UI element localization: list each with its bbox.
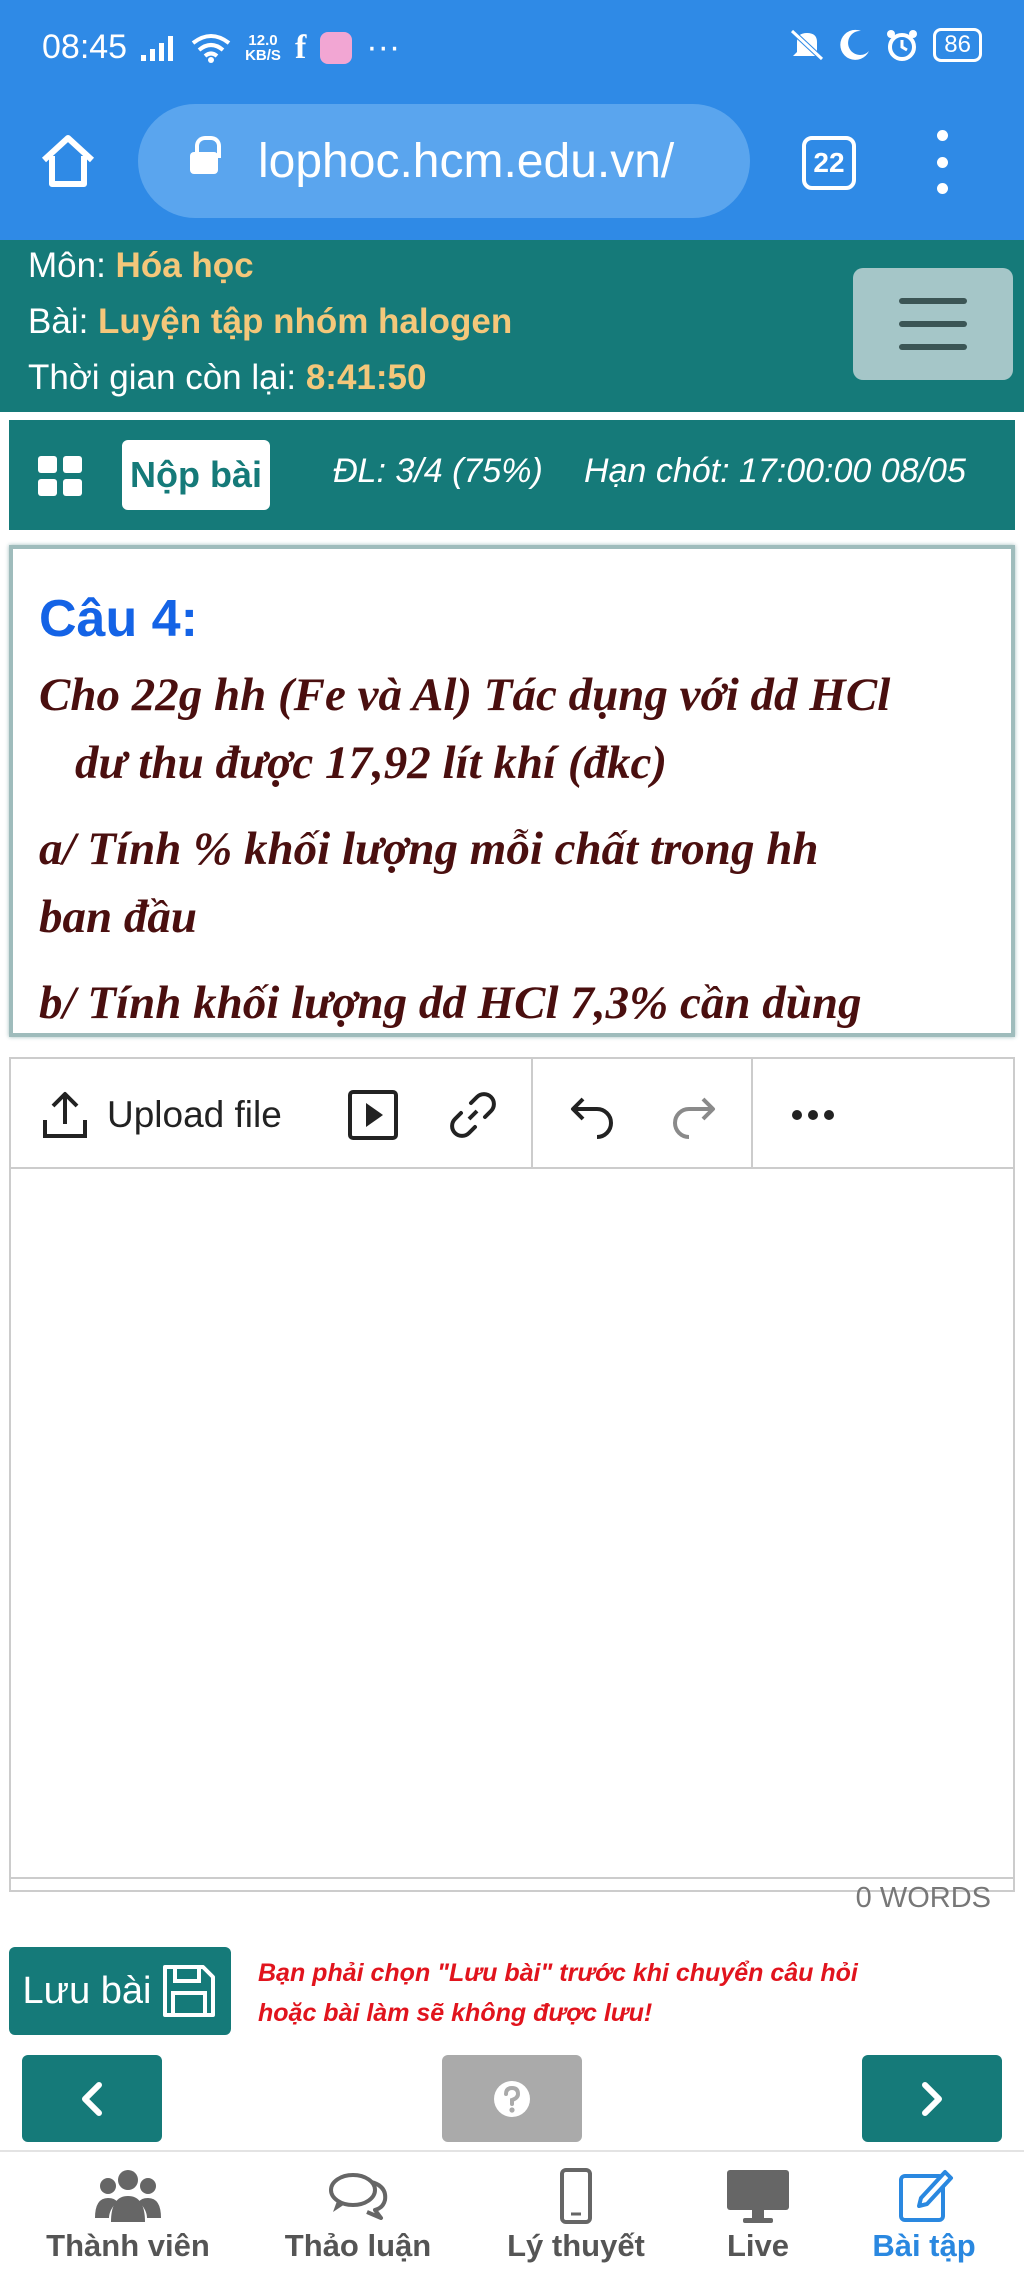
question-line: ban đầu (39, 891, 198, 943)
more-notifications: ··· (366, 28, 401, 66)
question-line: Cho 22g hh (Fe và Al) Tác dụng với dd HC… (39, 669, 891, 721)
lock-icon (190, 136, 221, 176)
media-embed-icon[interactable] (347, 1089, 399, 1141)
mute-icon (790, 29, 825, 61)
edit-icon (899, 2170, 953, 2222)
question-grid-icon[interactable] (38, 456, 82, 496)
nav-members[interactable]: Thành viên (28, 2166, 228, 2276)
nav-discussion[interactable]: Thảo luận (258, 2166, 458, 2276)
wifi-icon (191, 33, 231, 63)
status-time: 08:45 (42, 28, 128, 66)
link-icon[interactable] (447, 1089, 499, 1141)
status-bar: 08:45 12.0 KB/S f ··· 86 (0, 0, 1024, 100)
save-button-label: Lưu bài (22, 1969, 152, 2012)
hamburger-menu-button[interactable] (853, 268, 1013, 380)
upload-file-label: Upload file (107, 1094, 282, 1135)
tablet-icon (560, 2168, 592, 2224)
previous-question-button[interactable] (22, 2055, 162, 2142)
nav-theory[interactable]: Lý thuyết (476, 2166, 676, 2276)
submit-button[interactable]: Nộp bài (122, 440, 270, 510)
nav-label: Lý thuyết (507, 2228, 645, 2263)
question-card: Câu 4: Cho 22g hh (Fe và Al) Tác dụng vớ… (9, 545, 1015, 1037)
lesson-value: Luyện tập nhóm halogen (98, 302, 513, 341)
address-bar[interactable]: lophoc.hcm.edu.vn/ (138, 104, 750, 218)
save-button[interactable]: Lưu bài (9, 1947, 231, 2035)
subject-line: Môn: Hóa học (28, 246, 254, 286)
nav-label: Thảo luận (284, 2228, 432, 2263)
app-notification-icon (320, 31, 353, 64)
undo-icon[interactable] (567, 1089, 619, 1141)
alarm-icon (887, 30, 918, 61)
url-text: lophoc.hcm.edu.vn/ (258, 134, 675, 188)
question-line: a/ Tính % khối lượng mỗi chất trong hh (39, 823, 819, 875)
chevron-left-icon (82, 2081, 102, 2116)
time-left-label: Thời gian còn lại: (28, 358, 297, 397)
nav-label: Thành viên (46, 2228, 210, 2263)
help-button[interactable] (442, 2055, 582, 2142)
chat-bubbles-icon (329, 2173, 388, 2220)
upload-icon (43, 1092, 87, 1138)
redo-icon[interactable] (667, 1089, 719, 1141)
users-icon (95, 2170, 161, 2222)
answer-editor: Upload file 0 WORDS (9, 1057, 1015, 1914)
floppy-disk-icon (163, 1965, 216, 2017)
subject-value: Hóa học (115, 246, 254, 285)
bottom-navigation: Thành viên Thảo luận Lý thuyết Live Bài … (0, 2150, 1024, 2276)
home-icon[interactable] (36, 128, 100, 192)
save-warning: Bạn phải chọn "Lưu bài" trước khi chuyển… (258, 1953, 918, 2033)
save-warning-line: hoặc bài làm sẽ không được lưu! (258, 1999, 653, 2027)
answer-text-area[interactable] (11, 1171, 1013, 1821)
facebook-icon: f (294, 28, 307, 66)
more-options-icon[interactable] (787, 1089, 839, 1141)
network-speed-unit: KB/S (245, 46, 281, 64)
question-circle-icon (494, 2080, 530, 2117)
chevron-right-icon (922, 2081, 942, 2116)
question-title: Câu 4: (39, 590, 198, 648)
next-question-button[interactable] (862, 2055, 1002, 2142)
progress-text: ĐL: 3/4 (75%) (333, 452, 543, 490)
save-warning-line: Bạn phải chọn "Lưu bài" trước khi chuyển… (258, 1959, 858, 1987)
browser-menu-icon[interactable] (928, 130, 956, 194)
nav-exercises[interactable]: Bài tập (824, 2166, 1024, 2276)
exam-info-header: Môn: Hóa học Bài: Luyện tập nhóm halogen… (0, 240, 1024, 412)
word-count: 0 WORDS (855, 1882, 991, 1914)
subject-label: Môn: (28, 246, 106, 285)
editor-toolbar: Upload file (11, 1059, 1013, 1169)
tab-switcher-button[interactable]: 22 (802, 136, 856, 190)
lesson-label: Bài: (28, 302, 89, 341)
submit-bar: Nộp bài ĐL: 3/4 (75%) Hạn chót: 17:00:00… (9, 420, 1015, 530)
battery-indicator: 86 (933, 28, 982, 62)
time-left-value: 8:41:50 (305, 358, 427, 397)
time-left-line: Thời gian còn lại: 8:41:50 (28, 358, 426, 398)
deadline-text: Hạn chót: 17:00:00 08/05 (584, 452, 966, 490)
lesson-line: Bài: Luyện tập nhóm halogen (28, 302, 512, 342)
nav-label: Bài tập (872, 2228, 976, 2263)
question-line: dư thu được 17,92 lít khí (đkc) (75, 737, 668, 789)
moon-icon (840, 29, 870, 60)
browser-toolbar: lophoc.hcm.edu.vn/ 22 (0, 100, 1024, 240)
signal-icon (141, 35, 174, 61)
upload-file-button[interactable]: Upload file (41, 1085, 282, 1145)
question-line: b/ Tính khối lượng dd HCl 7,3% cần dùng (39, 977, 862, 1029)
monitor-icon (727, 2170, 789, 2223)
network-speed: 12.0 KB/S (245, 33, 281, 63)
question-body: Cho 22g hh (Fe và Al) Tác dụng với dd HC… (39, 661, 999, 1033)
